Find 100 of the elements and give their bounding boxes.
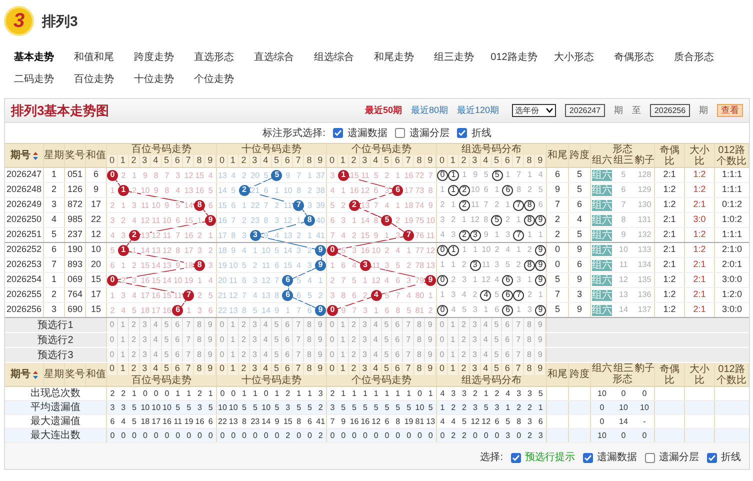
preselect-digit[interactable]: 6 (172, 333, 184, 347)
preselect-digit[interactable]: 3 (250, 333, 261, 347)
checkbox[interactable] (583, 452, 593, 462)
preselect-digit[interactable]: 5 (492, 348, 502, 362)
preselect-digit[interactable]: 4 (370, 333, 382, 347)
preselect-digit[interactable]: 6 (282, 348, 294, 362)
preselect-digit[interactable]: 9 (205, 318, 216, 332)
preselect-digit[interactable]: 4 (260, 333, 272, 347)
preselect-digit[interactable]: 9 (425, 348, 436, 362)
preselect-digit[interactable]: 0 (437, 333, 448, 347)
preselect-digit[interactable]: 1 (118, 318, 129, 332)
preselect-digit[interactable]: 7 (293, 318, 304, 332)
checkbox[interactable] (707, 452, 717, 462)
preselect-digit[interactable]: 9 (535, 333, 546, 347)
preselect-digit[interactable]: 2 (348, 348, 360, 362)
preselect-digit[interactable]: 2 (348, 333, 360, 347)
nav-link[interactable]: 个位走势 (184, 68, 244, 90)
preselect-digit[interactable]: 2 (128, 333, 140, 347)
preselect-digit[interactable]: 0 (107, 348, 118, 362)
preselect-digit[interactable]: 7 (183, 333, 194, 347)
preselect-digit[interactable]: 2 (238, 333, 250, 347)
checkbox[interactable] (333, 128, 344, 138)
sort-icon[interactable] (32, 152, 38, 160)
view-button[interactable]: 查看 (717, 104, 743, 117)
preselect-digit[interactable]: 4 (480, 318, 492, 332)
nav-link[interactable]: 百位走势 (64, 68, 124, 90)
preselect-digit[interactable]: 3 (140, 333, 151, 347)
checkbox[interactable] (511, 452, 521, 462)
preselect-digit[interactable]: 0 (327, 318, 338, 332)
preselect-digit[interactable]: 7 (513, 318, 524, 332)
preselect-digit[interactable]: 3 (250, 318, 261, 332)
preselect-digit[interactable]: 2 (128, 348, 140, 362)
preselect-digit[interactable]: 7 (403, 348, 414, 362)
preselect-digit[interactable]: 2 (458, 318, 470, 332)
range-link[interactable]: 最近120期 (456, 104, 499, 118)
nav-link[interactable]: 组三走势 (424, 46, 484, 68)
column-header[interactable]: 期号 (10, 148, 30, 163)
preselect-digit[interactable]: 0 (217, 348, 228, 362)
preselect-digit[interactable]: 7 (403, 333, 414, 347)
column-header[interactable]: 期号 (10, 367, 30, 382)
preselect-digit[interactable]: 9 (425, 318, 436, 332)
preselect-digit[interactable]: 0 (107, 333, 118, 347)
preselect-digit[interactable]: 3 (470, 318, 481, 332)
preselect-digit[interactable]: 9 (425, 333, 436, 347)
preselect-digit[interactable]: 9 (205, 348, 216, 362)
preselect-digit[interactable]: 9 (535, 318, 546, 332)
preselect-digit[interactable]: 9 (315, 348, 326, 362)
preselect-digit[interactable]: 1 (118, 333, 129, 347)
preselect-digit[interactable]: 7 (513, 348, 524, 362)
nav-link[interactable]: 大小形态 (544, 46, 604, 68)
checkbox[interactable] (645, 452, 655, 462)
preselect-digit[interactable]: 1 (228, 333, 239, 347)
preselect-digit[interactable]: 0 (107, 318, 118, 332)
preselect-digit[interactable]: 3 (140, 348, 151, 362)
preselect-digit[interactable]: 1 (338, 318, 349, 332)
nav-link[interactable]: 组选综合 (304, 46, 364, 68)
preselect-digit[interactable]: 7 (513, 333, 524, 347)
preselect-digit[interactable]: 3 (360, 333, 371, 347)
preselect-digit[interactable]: 8 (414, 318, 426, 332)
preselect-digit[interactable]: 7 (183, 348, 194, 362)
preselect-digit[interactable]: 3 (470, 333, 481, 347)
preselect-digit[interactable]: 9 (205, 333, 216, 347)
preselect-digit[interactable]: 5 (382, 318, 392, 332)
preselect-digit[interactable]: 6 (392, 318, 404, 332)
preselect-digit[interactable]: 4 (480, 348, 492, 362)
nav-link[interactable]: 跨度走势 (124, 46, 184, 68)
preselect-digit[interactable]: 1 (448, 318, 459, 332)
preselect-digit[interactable]: 4 (480, 333, 492, 347)
preselect-digit[interactable]: 8 (414, 333, 426, 347)
preselect-digit[interactable]: 6 (502, 348, 514, 362)
preselect-digit[interactable]: 0 (437, 318, 448, 332)
end-period-field[interactable]: 2026256 (650, 104, 690, 117)
preselect-digit[interactable]: 8 (304, 348, 316, 362)
preselect-digit[interactable]: 5 (162, 333, 172, 347)
range-link[interactable]: 最近50期 (364, 104, 402, 118)
preselect-digit[interactable]: 5 (272, 318, 282, 332)
preselect-digit[interactable]: 2 (128, 318, 140, 332)
nav-link[interactable]: 质合形态 (664, 46, 724, 68)
range-link[interactable]: 最近80期 (410, 104, 448, 118)
preselect-digit[interactable]: 2 (238, 318, 250, 332)
preselect-digit[interactable]: 5 (272, 333, 282, 347)
preselect-digit[interactable]: 5 (272, 348, 282, 362)
preselect-digit[interactable]: 9 (315, 318, 326, 332)
preselect-digit[interactable]: 2 (458, 333, 470, 347)
sort-icon[interactable] (32, 370, 38, 378)
preselect-digit[interactable]: 5 (492, 333, 502, 347)
preselect-digit[interactable]: 6 (282, 333, 294, 347)
preselect-digit[interactable]: 6 (172, 318, 184, 332)
preselect-digit[interactable]: 8 (524, 348, 536, 362)
nav-link[interactable]: 奇偶形态 (604, 46, 664, 68)
preselect-digit[interactable]: 9 (535, 348, 546, 362)
preselect-digit[interactable]: 1 (338, 333, 349, 347)
nav-link[interactable]: 和值和尾 (64, 46, 124, 68)
preselect-digit[interactable]: 4 (150, 318, 162, 332)
preselect-digit[interactable]: 7 (403, 318, 414, 332)
preselect-digit[interactable]: 2 (458, 348, 470, 362)
preselect-digit[interactable]: 5 (382, 333, 392, 347)
nav-link[interactable]: 二码走势 (4, 68, 64, 90)
preselect-digit[interactable]: 4 (260, 348, 272, 362)
preselect-digit[interactable]: 4 (150, 348, 162, 362)
